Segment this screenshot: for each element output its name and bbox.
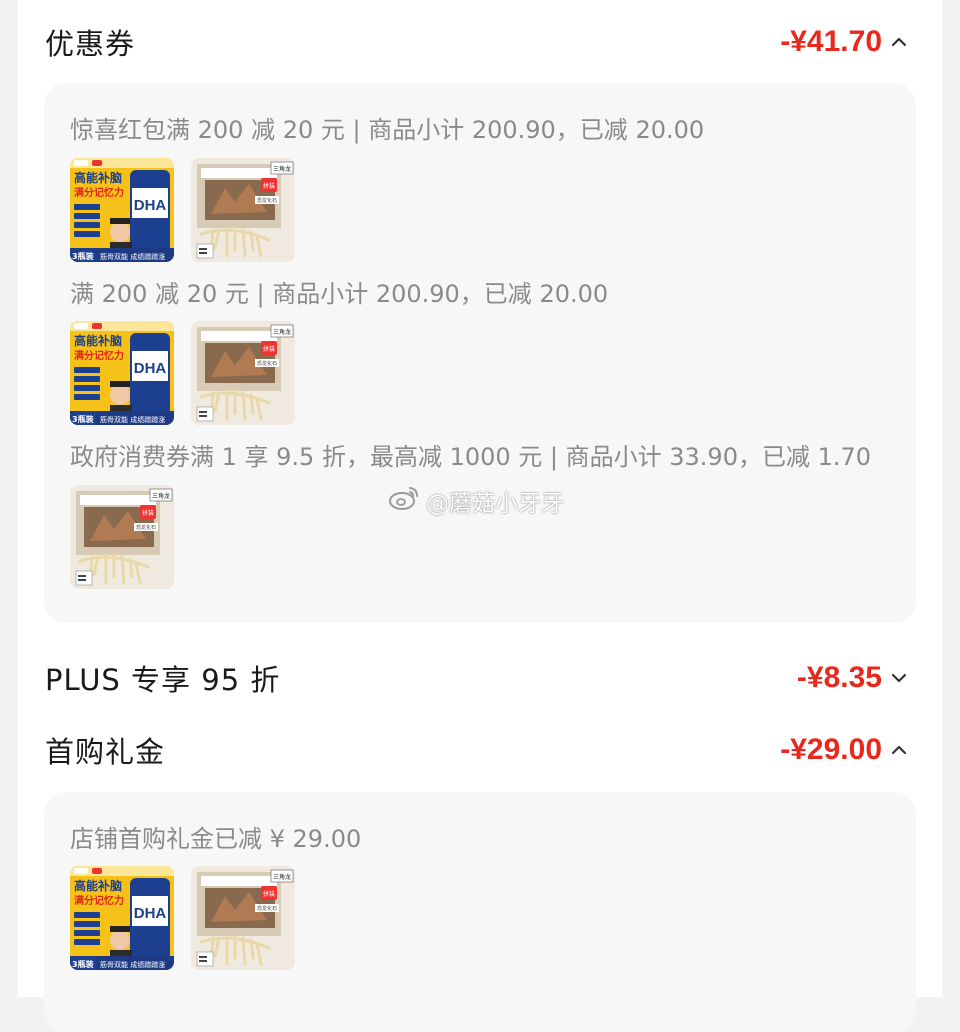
watermark-text: @蘑菇小牙牙 (426, 491, 564, 517)
first-purchase-title: 首购礼金 (45, 735, 166, 769)
dino-sticker: 拼装 (142, 509, 154, 517)
product-thumbnail-dha[interactable]: DHA 高能补脑 满分记忆力 3瓶装 筋骨双能 成绩蹭蹭涨 (70, 158, 174, 262)
dha-headline: 高能补脑 (74, 878, 122, 893)
dha-label: DHA (134, 197, 167, 214)
plus-amount-group[interactable]: -¥8.35 (797, 661, 910, 695)
first-purchase-desc: 店铺首购礼金已减 ¥ 29.00 (70, 825, 362, 853)
dha-subline: 满分记忆力 (74, 894, 124, 907)
coupon-entry-desc: 满 200 减 20 元 | 商品小计 200.90，已减 20.00 (70, 280, 609, 308)
coupon-entry-products: DHA 高能补脑 满分记忆力 3瓶装 筋骨双能 成绩蹭蹭涨 三角龙 拼装 恐龙化… (70, 158, 295, 262)
plus-discount-amount: -¥8.35 (796, 661, 882, 694)
plus-discount-title: PLUS 专享 95 折 (45, 663, 281, 697)
coupon-entry-products: 三角龙 拼装 恐龙化石 (70, 485, 174, 589)
dha-footer: 筋骨双能 成绩蹭蹭涨 (100, 415, 165, 424)
first-purchase-amount-group[interactable]: -¥29.00 (780, 733, 910, 767)
coupon-row[interactable]: 优惠券 -¥41.70 (45, 20, 910, 64)
first-purchase-products: DHA 高能补脑 满分记忆力 3瓶装 筋骨双能 成绩蹭蹭涨 三角龙 拼装 恐龙化… (70, 866, 295, 970)
dha-subline: 满分记忆力 (74, 186, 124, 199)
product-thumbnail-dino[interactable]: 三角龙 拼装 恐龙化石 (70, 485, 174, 589)
dha-subline: 满分记忆力 (74, 349, 124, 362)
product-thumbnail-dha[interactable]: DHA 高能补脑 满分记忆力 3瓶装 筋骨双能 成绩蹭蹭涨 (70, 321, 174, 425)
dha-headline: 高能补脑 (74, 170, 122, 185)
dha-label: DHA (134, 905, 167, 922)
dino-box-label: 恐龙化石 (257, 197, 277, 204)
coupon-entry-desc: 政府消费券满 1 享 9.5 折，最高减 1000 元 | 商品小计 33.90… (70, 443, 872, 471)
coupon-entry-products: DHA 高能补脑 满分记忆力 3瓶装 筋骨双能 成绩蹭蹭涨 三角龙 拼装 恐龙化… (70, 321, 295, 425)
dha-label: DHA (134, 360, 167, 377)
first-purchase-row[interactable]: 首购礼金 -¥29.00 (45, 728, 910, 772)
dino-sticker: 拼装 (263, 890, 275, 898)
product-thumbnail-dha[interactable]: DHA 高能补脑 满分记忆力 3瓶装 筋骨双能 成绩蹭蹭涨 (70, 866, 174, 970)
dha-badge: 3瓶装 (72, 414, 94, 424)
dino-box-label: 恐龙化石 (257, 360, 277, 367)
dino-corner-tag: 三角龙 (273, 165, 291, 173)
coupon-amount-group[interactable]: -¥41.70 (780, 25, 910, 59)
chevron-up-icon[interactable] (888, 31, 910, 53)
product-thumbnail-dino[interactable]: 三角龙 拼装 恐龙化石 (191, 321, 295, 425)
dha-footer: 筋骨双能 成绩蹭蹭涨 (100, 252, 165, 261)
dino-corner-tag: 三角龙 (273, 328, 291, 336)
product-thumbnail-dino[interactable]: 三角龙 拼装 恐龙化石 (191, 158, 295, 262)
dha-footer: 筋骨双能 成绩蹭蹭涨 (100, 960, 165, 969)
coupon-title: 优惠券 (45, 27, 136, 61)
dino-corner-tag: 三角龙 (152, 492, 170, 500)
first-purchase-amount: -¥29.00 (780, 733, 882, 766)
dha-headline: 高能补脑 (74, 333, 122, 348)
chevron-up-icon[interactable] (888, 739, 910, 761)
dha-badge: 3瓶装 (72, 251, 94, 261)
dino-sticker: 拼装 (263, 182, 275, 190)
coupon-amount: -¥41.70 (780, 25, 882, 58)
dino-corner-tag: 三角龙 (273, 873, 291, 881)
product-thumbnail-dino[interactable]: 三角龙 拼装 恐龙化石 (191, 866, 295, 970)
plus-discount-row[interactable]: PLUS 专享 95 折 -¥8.35 (45, 656, 910, 700)
chevron-down-icon[interactable] (888, 667, 910, 689)
dha-badge: 3瓶装 (72, 959, 94, 969)
dino-box-label: 恐龙化石 (257, 905, 277, 912)
coupon-entry-desc: 惊喜红包满 200 减 20 元 | 商品小计 200.90，已减 20.00 (70, 116, 705, 144)
dino-box-label: 恐龙化石 (136, 524, 156, 531)
dino-sticker: 拼装 (263, 345, 275, 353)
watermark: @蘑菇小牙牙 (388, 484, 564, 518)
weibo-icon (388, 485, 420, 517)
